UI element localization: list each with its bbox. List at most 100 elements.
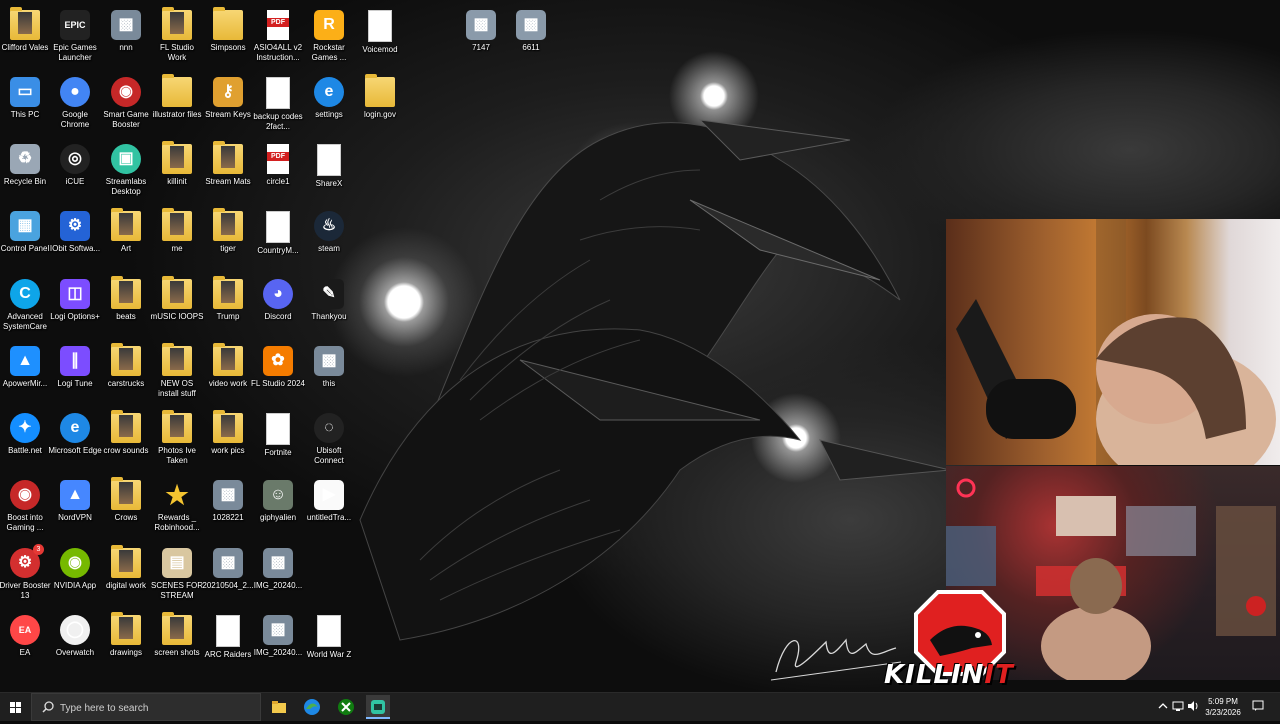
desktop-icon[interactable]: ARC Raiders: [201, 611, 255, 675]
desktop-icon[interactable]: ♨ steam: [302, 207, 356, 271]
desktop-icon[interactable]: drawings: [99, 611, 153, 675]
desktop-icon[interactable]: digital work: [99, 544, 153, 608]
desktop-icon[interactable]: ▩ this: [302, 342, 356, 406]
taskbar-file-explorer[interactable]: [267, 695, 291, 719]
desktop-icon[interactable]: me: [150, 207, 204, 271]
desktop-icon[interactable]: ∥ Logi Tune: [48, 342, 102, 406]
pdf-icon: PDF: [267, 10, 289, 40]
desktop-icon[interactable]: ▦ Control Panel: [0, 207, 52, 271]
desktop-icon[interactable]: EPIC Epic Games Launcher: [48, 6, 102, 70]
desktop-icon[interactable]: ✎ Thankyou: [302, 275, 356, 339]
system-clock[interactable]: 5:09 PM 3/23/2026: [1200, 696, 1246, 718]
desktop-icon[interactable]: ▤ SCENES FOR STREAM: [150, 544, 204, 608]
desktop-icon[interactable]: ◫ Logi Options+: [48, 275, 102, 339]
start-button[interactable]: [4, 697, 26, 717]
desktop-icon-label: Advanced SystemCare: [2, 312, 47, 331]
desktop-icon[interactable]: Art: [99, 207, 153, 271]
desktop-icon-label: ApowerMir...: [2, 379, 48, 388]
desktop-icon[interactable]: e Microsoft Edge: [48, 409, 102, 473]
desktop-icon[interactable]: ▩ 7147: [454, 6, 508, 70]
desktop-icon[interactable]: FL Studio Work: [150, 6, 204, 70]
desktop-icon[interactable]: ▲ ApowerMir...: [0, 342, 52, 406]
desktop-icon[interactable]: C Advanced SystemCare: [0, 275, 52, 339]
desktop-icon[interactable]: ✦ Battle.net: [0, 409, 52, 473]
desktop-icon[interactable]: ▩ IMG_20240...: [251, 611, 305, 675]
search-box[interactable]: [31, 693, 261, 721]
desktop-icon[interactable]: ⚙ 3 Driver Booster 13: [0, 544, 52, 608]
desktop-icon[interactable]: tiger: [201, 207, 255, 271]
desktop-icon[interactable]: Fortnite: [251, 409, 305, 473]
desktop-icon[interactable]: PDF ASIO4ALL v2 Instruction...: [251, 6, 305, 70]
desktop-icon[interactable]: illustrator files: [150, 73, 204, 137]
desktop-icon[interactable]: ◉ Smart Game Booster: [99, 73, 153, 137]
desktop-icon[interactable]: Trump: [201, 275, 255, 339]
desktop-icon[interactable]: ▩ 6611: [504, 6, 558, 70]
desktop-icon[interactable]: EA EA: [0, 611, 52, 675]
desktop-icon[interactable]: ▩ 20210504_2...: [201, 544, 255, 608]
icue-icon: ◎: [60, 144, 90, 174]
desktop-icon[interactable]: e settings: [302, 73, 356, 137]
desktop-icon[interactable]: ▩ IMG_20240...: [251, 544, 305, 608]
desktop-icon[interactable]: NEW OS install stuff: [150, 342, 204, 406]
desktop-icon[interactable]: ▣ Streamlabs Desktop: [99, 140, 153, 204]
search-input[interactable]: [58, 699, 258, 717]
desktop-icon[interactable]: ✿ FL Studio 2024: [251, 342, 305, 406]
desktop-icon[interactable]: PDF circle1: [251, 140, 305, 204]
desktop-icon[interactable]: Voicemod: [353, 6, 407, 70]
desktop-icon[interactable]: ShareX: [302, 140, 356, 204]
desktop-icon[interactable]: screen shots: [150, 611, 204, 675]
desktop-icon[interactable]: video work: [201, 342, 255, 406]
desktop-icon[interactable]: ⚙ IObit Softwa...: [48, 207, 102, 271]
desktop-icon[interactable]: ◉ NVIDIA App: [48, 544, 102, 608]
desktop-icon[interactable]: ⚷ Stream Keys: [201, 73, 255, 137]
desktop-icon[interactable]: ♻ Recycle Bin: [0, 140, 52, 204]
desktop-icon[interactable]: mUSIC lOOPS: [150, 275, 204, 339]
desktop-icon[interactable]: ▲ NordVPN: [48, 476, 102, 540]
desktop-icon[interactable]: Simpsons: [201, 6, 255, 70]
volume-icon[interactable]: [1187, 700, 1199, 712]
network-icon[interactable]: [1172, 700, 1184, 712]
desktop-icon[interactable]: ● Google Chrome: [48, 73, 102, 137]
desktop-icon[interactable]: ▩ nnn: [99, 6, 153, 70]
desktop-icon[interactable]: beats: [99, 275, 153, 339]
desktop-icon[interactable]: login.gov: [353, 73, 407, 137]
battlenet-icon: ✦: [10, 413, 40, 443]
desktop-icon[interactable]: carstrucks: [99, 342, 153, 406]
document-icon: [317, 144, 341, 176]
desktop-icon[interactable]: World War Z: [302, 611, 356, 675]
desktop-icon-label: iCUE: [65, 177, 85, 186]
desktop-icon[interactable]: ◌ Ubisoft Connect: [302, 409, 356, 473]
desktop-icon[interactable]: ◕ Discord: [251, 275, 305, 339]
windows-logo-icon: [10, 702, 21, 713]
taskbar-xbox[interactable]: [334, 695, 358, 719]
desktop-icon-label: NVIDIA App: [53, 581, 97, 590]
desktop-icon[interactable]: ☺ giphyalien: [251, 476, 305, 540]
desktop-icon[interactable]: ◎ iCUE: [48, 140, 102, 204]
folder-photo-icon: [162, 410, 192, 443]
desktop-icon[interactable]: Clifford Vales: [0, 6, 52, 70]
desktop-icon[interactable]: ◉ Boost into Gaming ...: [0, 476, 52, 540]
desktop-icon[interactable]: R Rockstar Games ...: [302, 6, 356, 70]
desktop-icon[interactable]: CountryM...: [251, 207, 305, 271]
tray-overflow-chevron-icon[interactable]: [1157, 700, 1169, 712]
desktop-icon[interactable]: work pics: [201, 409, 255, 473]
notification-icon[interactable]: [1252, 700, 1264, 712]
desktop-icon-label: Epic Games Launcher: [53, 43, 97, 62]
desktop-icon[interactable]: Stream Mats: [201, 140, 255, 204]
desktop-icon[interactable]: Crows: [99, 476, 153, 540]
desktop-icon[interactable]: ▭ This PC: [0, 73, 52, 137]
desktop-icon[interactable]: ◯ Overwatch: [48, 611, 102, 675]
brand-main-text: KILLIN: [884, 660, 985, 690]
desktop-icon[interactable]: ▶ untitledTra...: [302, 476, 356, 540]
folder-photo-icon: [213, 410, 243, 443]
desktop-icon[interactable]: ★ Rewards _ Robinhood...: [150, 476, 204, 540]
taskbar-edge[interactable]: [300, 695, 324, 719]
desktop-icon[interactable]: crow sounds: [99, 409, 153, 473]
webcam-face-feed: [946, 219, 1280, 465]
taskbar-streamlabs[interactable]: [366, 695, 390, 719]
desktop-icon[interactable]: ▩ 1028221: [201, 476, 255, 540]
desktop-icon[interactable]: Photos Ive Taken: [150, 409, 204, 473]
desktop-icon[interactable]: killinit: [150, 140, 204, 204]
desktop-icon[interactable]: backup codes 2fact...: [251, 73, 305, 137]
desktop-icon-label: circle1: [266, 177, 290, 186]
